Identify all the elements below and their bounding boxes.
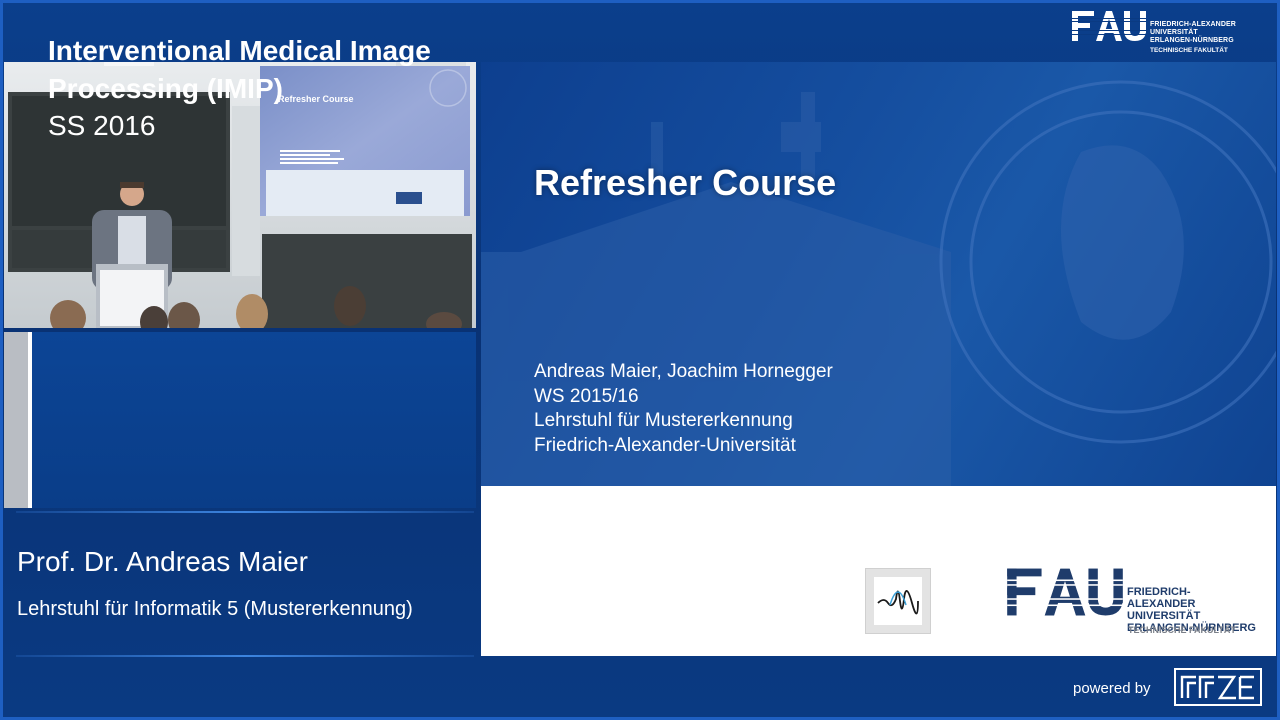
course-info	[4, 332, 476, 508]
presentation-slide[interactable]: Refresher Course Andreas Maier, Joachim …	[481, 62, 1276, 656]
divider	[16, 511, 474, 513]
faculty-name: TECHNISCHE FAKULTÄT	[1150, 47, 1228, 54]
university-line: FRIEDRICH-ALEXANDER	[1127, 586, 1196, 610]
fau-wordmark-icon	[1072, 11, 1146, 41]
university-line: FRIEDRICH-ALEXANDER	[1150, 21, 1236, 28]
wave-icon	[874, 577, 922, 625]
accent-bar-line	[28, 332, 32, 508]
university-name: FRIEDRICH-ALEXANDER UNIVERSITÄT ERLANGEN…	[1150, 21, 1236, 45]
slide-banner: Refresher Course Andreas Maier, Joachim …	[481, 62, 1276, 486]
university-line: ERLANGEN-NÜRNBERG	[1150, 37, 1234, 44]
slide-chair: Lehrstuhl für Mustererkennung	[534, 410, 793, 431]
slide-term: WS 2015/16	[534, 385, 639, 407]
fau-wordmark-icon	[1007, 568, 1123, 616]
course-semester: SS 2016	[48, 110, 156, 141]
powered-by-label: powered by	[1073, 680, 1151, 697]
fau-logo: FRIEDRICH-ALEXANDER UNIVERSITÄT ERLANGEN…	[1072, 10, 1252, 54]
university-line: UNIVERSITÄT	[1150, 29, 1198, 36]
slide-university: Friedrich-Alexander-Universität	[534, 434, 796, 456]
divider	[16, 655, 474, 657]
university-line: UNIVERSITÄT	[1127, 610, 1201, 622]
slide-author-info: Andreas Maier, Joachim Hornegger WS 2015…	[534, 360, 833, 458]
rrze-logo[interactable]	[1174, 668, 1262, 706]
slide-faculty: TECHNISCHE FAKULTÄT	[1128, 625, 1236, 635]
chair-logo	[865, 568, 931, 634]
rrze-logo-icon	[1174, 668, 1262, 706]
slide-title: Refresher Course	[534, 162, 837, 203]
lecturer-name: Prof. Dr. Andreas Maier	[17, 546, 309, 577]
lecturer-chair: Lehrstuhl für Informatik 5 (Mustererkenn…	[17, 598, 413, 620]
accent-bar	[4, 332, 28, 508]
slide-authors: Andreas Maier, Joachim Hornegger	[534, 361, 833, 382]
slide-fau-logo: FRIEDRICH-ALEXANDER UNIVERSITÄT ERLANGEN…	[1007, 567, 1257, 637]
course-title: Interventional Medical Image Processing …	[48, 35, 431, 104]
